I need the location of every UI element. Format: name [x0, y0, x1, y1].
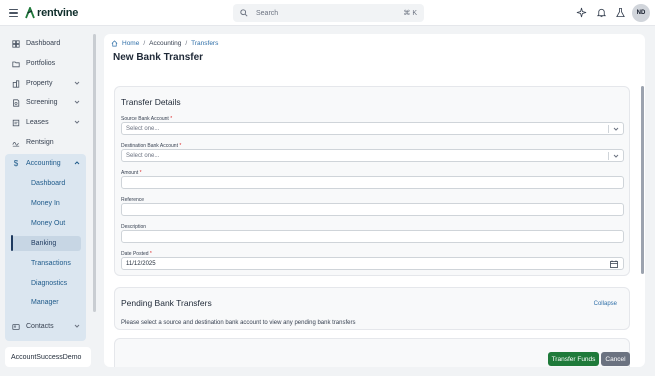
sidebar-subitem-manager[interactable]: Manager: [11, 295, 81, 310]
sparkle-icon[interactable]: [576, 7, 587, 18]
search-placeholder: Search: [256, 9, 279, 17]
breadcrumb-separator: /: [185, 40, 188, 47]
sidebar-item-label: Screening: [26, 99, 58, 106]
description-input[interactable]: [121, 230, 624, 243]
sidebar-item-screening[interactable]: Screening: [5, 94, 86, 111]
destination-account-select[interactable]: Select one...: [121, 149, 624, 162]
sidebar-subitem-banking[interactable]: Banking: [11, 236, 81, 251]
sidebar-scrollbar[interactable]: [93, 34, 96, 312]
sidebar-item-property[interactable]: Property: [5, 75, 86, 92]
logo[interactable]: rentvine: [25, 6, 78, 20]
building-icon: [12, 79, 20, 88]
signature-icon: [12, 141, 20, 147]
sidebar-item-accounting[interactable]: $ Accounting: [5, 155, 86, 172]
breadcrumb-transfers[interactable]: Transfers: [191, 40, 218, 47]
notification-bell-icon[interactable]: [596, 7, 607, 18]
card-title: Pending Bank Transfers: [121, 298, 212, 308]
document-search-icon: [13, 98, 20, 107]
select-placeholder: Select one...: [126, 125, 160, 132]
chevron-down-icon: [74, 81, 80, 85]
transfer-details-card: Transfer Details Source Bank Account * S…: [114, 86, 630, 276]
source-account-select[interactable]: Select one...: [121, 122, 624, 135]
pending-transfers-card: Pending Bank Transfers Collapse Please s…: [114, 287, 630, 330]
sidebar-item-label: Leases: [26, 119, 49, 126]
sidebar-item-leases[interactable]: Leases: [5, 114, 86, 131]
folder-icon: [12, 61, 20, 67]
active-indicator: [11, 235, 13, 251]
rentvine-logo-icon: [25, 7, 35, 19]
lease-icon: [12, 119, 20, 126]
chevron-down-icon: [613, 154, 619, 158]
user-avatar[interactable]: ND: [632, 4, 650, 22]
date-value: 11/12/2025: [126, 260, 156, 267]
flask-icon[interactable]: [615, 7, 626, 18]
sidebar-item-portfolios[interactable]: Portfolios: [5, 55, 86, 72]
search-shortcut: ⌘ K: [403, 10, 417, 17]
transfer-funds-button[interactable]: Transfer Funds: [548, 352, 599, 366]
calendar-icon[interactable]: [610, 260, 618, 268]
search-icon: [240, 9, 248, 17]
select-placeholder: Select one...: [126, 152, 160, 159]
main-panel: Home / Accounting / Transfers New Bank T…: [104, 34, 645, 367]
main-scrollbar[interactable]: [641, 86, 644, 274]
sidebar-item-label: Portfolios: [26, 60, 56, 67]
sidebar-item-label: Accounting: [26, 160, 61, 167]
breadcrumb-accounting: Accounting: [149, 40, 182, 47]
select-divider: [608, 125, 609, 133]
menu-icon[interactable]: [9, 9, 18, 17]
sidebar-subitem-diagnostics[interactable]: Diagnostics: [11, 276, 81, 291]
sidebar-item-label: Property: [26, 80, 53, 87]
sidebar-subitem-money-in[interactable]: Money In: [11, 196, 81, 211]
dashboard-icon: [12, 39, 20, 48]
sidebar-item-label: Contacts: [26, 323, 54, 330]
sidebar-item-rentsign[interactable]: Rentsign: [5, 134, 86, 151]
sidebar-subitem-dashboard[interactable]: Dashboard: [11, 176, 81, 191]
breadcrumb: Home / Accounting / Transfers: [111, 40, 218, 47]
tenant-switcher[interactable]: AccountSuccessDemo: [5, 347, 91, 367]
sidebar-item-label: Rentsign: [26, 139, 54, 146]
page-title: New Bank Transfer: [113, 52, 204, 63]
reference-input[interactable]: [121, 203, 624, 216]
sidebar-subitem-transactions[interactable]: Transactions: [11, 256, 81, 271]
sidebar-subitem-money-out[interactable]: Money Out: [11, 216, 81, 231]
cancel-button[interactable]: Cancel: [601, 352, 630, 366]
chevron-down-icon: [74, 100, 80, 104]
dollar-icon: $: [13, 159, 19, 168]
chevron-down-icon: [74, 120, 80, 124]
home-icon: [111, 40, 118, 47]
sidebar-item-dashboard[interactable]: Dashboard: [5, 35, 86, 52]
chevron-down-icon: [613, 127, 619, 131]
search-input[interactable]: Search ⌘ K: [233, 4, 424, 22]
pending-message: Please select a source and destination b…: [121, 320, 356, 326]
date-posted-input[interactable]: 11/12/2025: [121, 257, 624, 270]
logo-text: rentvine: [37, 7, 79, 19]
contacts-icon: [12, 323, 20, 330]
amount-input[interactable]: [121, 176, 624, 189]
chevron-up-icon: [74, 161, 80, 165]
chevron-down-icon: [74, 324, 80, 328]
collapse-link[interactable]: Collapse: [594, 301, 617, 307]
card-title: Transfer Details: [121, 97, 181, 107]
select-divider: [608, 152, 609, 160]
breadcrumb-separator: /: [143, 40, 146, 47]
sidebar-item-label: Dashboard: [26, 40, 61, 47]
sidebar-item-contacts[interactable]: Contacts: [5, 318, 86, 335]
top-bar: rentvine Search ⌘ K ND: [0, 0, 655, 26]
breadcrumb-home[interactable]: Home: [122, 40, 139, 47]
